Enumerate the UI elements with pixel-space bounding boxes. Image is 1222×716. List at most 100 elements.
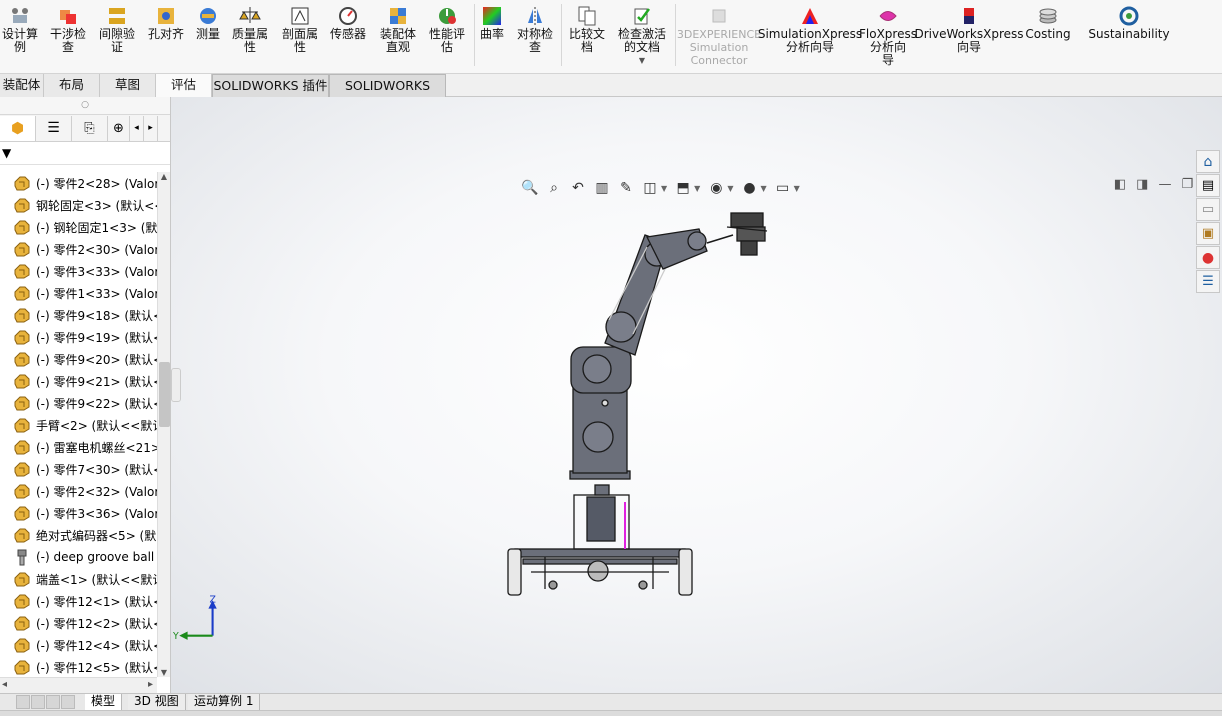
tree-item[interactable]: (-) deep groove ball [0,546,157,568]
panel-collapse-handle[interactable]: ○ [0,97,170,115]
collapse-left-icon[interactable]: ◧ [1114,177,1126,192]
sustainability-button[interactable]: Sustainability [1088,2,1170,70]
measure-button[interactable]: 测量 [190,2,226,70]
performance-evaluation-button[interactable]: 性能评 估 [424,2,470,70]
tab-layout[interactable]: 布局 [44,74,100,97]
tab-solidworks-mbd[interactable]: SOLIDWORKS MBD [329,74,446,115]
tree-item[interactable]: (-) 零件7<30> (默认< [0,458,157,480]
tab-sketch[interactable]: 草图 [100,74,156,97]
tree-item[interactable]: (-) 零件2<28> (Valor [0,172,157,194]
tree-item[interactable]: (-) 零件9<22> (默认< [0,392,157,414]
custom-properties-tab[interactable]: ☰ [1196,270,1220,293]
tree-item[interactable]: (-) 雷塞电机螺丝<21> [0,436,157,458]
floxpress-button[interactable]: FloXpress 分析向 导 [859,2,917,70]
dropdown-arrow-icon[interactable]: ▼ [661,184,667,193]
file-explorer-tab[interactable]: ▭ [1196,198,1220,221]
filter-icon[interactable]: ▼ [2,146,11,160]
dropdown-arrow-icon[interactable]: ▼ [760,184,766,193]
tree-item[interactable]: (-) 零件3<33> (Valor [0,260,157,282]
minimize-icon[interactable]: — [1158,177,1171,192]
tab-feature-manager[interactable]: ⬢ [0,115,36,141]
view-settings-icon[interactable]: ▭ [773,178,793,198]
dropdown-arrow-icon[interactable]: ▼ [794,184,800,193]
robot-arm-model[interactable] [501,207,781,602]
edit-appearance-icon[interactable]: ● [739,178,759,198]
view-palette-tab[interactable]: ▣ [1196,222,1220,245]
tree-item[interactable]: (-) 零件9<20> (默认< [0,348,157,370]
tab-evaluate[interactable]: 评估 [156,74,212,97]
scroll-right-icon[interactable]: ▸ [148,679,153,690]
appearances-tab[interactable]: ● [1196,246,1220,269]
graphics-area[interactable]: 🔍 ⌕ ↶ ▥ ✎ ◫▼ ⬒▼ ◉▼ ●▼ ▭▼ ◧ ◨ — ❐ ✕ [171,97,1222,693]
tree-item[interactable]: (-) 零件12<5> (默认< [0,656,157,678]
tree-item[interactable]: (-) 零件9<18> (默认< [0,304,157,326]
mass-properties-button[interactable]: 质量属 性 [228,2,272,70]
tree-filter-row[interactable]: ▼ [0,142,170,165]
tree-item[interactable]: (-) 零件9<19> (默认< [0,326,157,348]
tab-3d-views[interactable]: 3D 视图 [128,694,186,711]
design-library-tab[interactable]: ▤ [1196,174,1220,197]
tab-property-manager[interactable]: ☰ [36,115,72,141]
tree-item[interactable]: (-) 零件2<30> (Valor [0,238,157,260]
tree-item[interactable]: (-) 零件1<33> (Valor [0,282,157,304]
scroll-down-icon[interactable]: ▼ [158,668,170,677]
tab-motion-study-1[interactable]: 运动算例 1 [188,694,261,711]
assembly-visualization-button[interactable]: 装配体 直观 [375,2,421,70]
zoom-to-area-icon[interactable]: ⌕ [544,178,564,198]
hole-alignment-button[interactable]: 孔对齐 [144,2,188,70]
hide-show-items-icon[interactable]: ◉ [706,178,726,198]
dynamic-annotation-icon[interactable]: ✎ [616,178,636,198]
tree-horizontal-scrollbar[interactable]: ◂ ▸ [0,677,157,693]
tree-item[interactable]: (-) 零件12<4> (默认< [0,634,157,656]
interference-check-button[interactable]: 干涉检 查 [46,2,90,70]
section-properties-button[interactable]: 剖面属 性 [278,2,322,70]
tree-vertical-scrollbar[interactable]: ▲ ▼ [157,172,170,677]
section-view-icon[interactable]: ▥ [592,178,612,198]
dropdown-arrow-icon[interactable]: ▼ [694,184,700,193]
last-tab-icon[interactable] [61,695,75,709]
restore-icon[interactable]: ❐ [1181,177,1193,192]
zoom-to-fit-icon[interactable]: 🔍 [520,178,540,198]
design-study-button[interactable]: 设计算 例 [0,2,40,70]
tree-item[interactable]: (-) 零件12<2> (默认< [0,612,157,634]
tab-configuration-manager[interactable]: ⎘ [72,115,108,141]
tab-solidworks-addins[interactable]: SOLIDWORKS 插件 [212,74,329,97]
driveworksxpress-button[interactable]: DriveWorksXpress 向导 [914,2,1024,70]
tree-item[interactable]: 端盖<1> (默认<<默认 [0,568,157,590]
tab-assembly[interactable]: 装配体 [0,74,44,97]
3dexperience-simulation-connector-button[interactable]: 3DEXPERIENCE Simulation Connector [677,2,761,70]
symmetry-check-button[interactable]: 对称检 查 [512,2,558,70]
check-active-document-button[interactable]: 检查激活 的文档 ▼ [612,2,672,70]
clearance-verification-button[interactable]: 间隙验 证 [95,2,139,70]
tab-dimxpert-manager[interactable]: ⊕ [108,115,130,141]
previous-tab-icon[interactable] [31,695,45,709]
tab-scroll-left[interactable]: ◂ [130,115,144,141]
tree-item[interactable]: 绝对式编码器<5> (默 [0,524,157,546]
scroll-thumb[interactable] [159,362,170,427]
tree-item[interactable]: 手臂<2> (默认<<默认 [0,414,157,436]
curvature-button[interactable]: 曲率 [476,2,508,70]
collapse-right-icon[interactable]: ◨ [1136,177,1148,192]
dropdown-arrow-icon[interactable]: ▼ [727,184,733,193]
first-tab-icon[interactable] [16,695,30,709]
tree-item[interactable]: 钢轮固定<3> (默认<< [0,194,157,216]
panel-splitter[interactable] [171,368,181,402]
compare-documents-button[interactable]: 比较文 档 [564,2,610,70]
tree-item[interactable]: (-) 零件12<1> (默认< [0,590,157,612]
sensor-button[interactable]: 传感器 [326,2,370,70]
tree-item[interactable]: (-) 零件3<36> (Valor [0,502,157,524]
solidworks-resources-tab[interactable]: ⌂ [1196,150,1220,173]
scroll-up-icon[interactable]: ▲ [158,172,170,181]
costing-button[interactable]: Costing [1020,2,1076,70]
display-style-icon[interactable]: ⬒ [673,178,693,198]
previous-view-icon[interactable]: ↶ [568,178,588,198]
view-orientation-icon[interactable]: ◫ [640,178,660,198]
tree-item[interactable]: (-) 钢轮固定1<3> (默 [0,216,157,238]
next-tab-icon[interactable] [46,695,60,709]
tree-item[interactable]: (-) 零件9<21> (默认< [0,370,157,392]
tab-scroll-right[interactable]: ▸ [144,115,158,141]
tab-model[interactable]: 模型 [85,694,123,711]
scroll-left-icon[interactable]: ◂ [2,679,7,690]
simulationxpress-button[interactable]: SimulationXpress 分析向导 [758,2,862,70]
dropdown-arrow-icon[interactable]: ▼ [639,54,645,67]
